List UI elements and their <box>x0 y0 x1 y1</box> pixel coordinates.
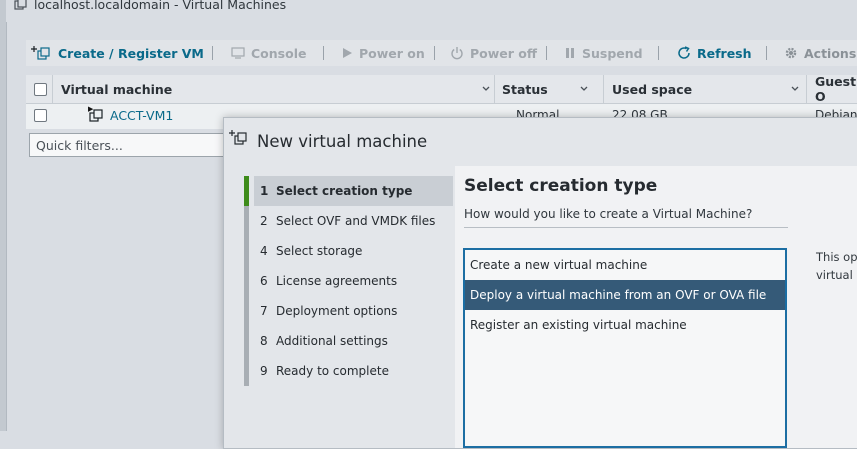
vm-link[interactable]: ▶ ACCT-VM1 <box>88 105 174 123</box>
play-icon <box>343 48 352 58</box>
grid-header: Virtual machine Status Used space Guest … <box>26 74 857 104</box>
active-step-indicator <box>244 176 249 206</box>
select-all-checkbox[interactable] <box>34 83 47 96</box>
step-number: 6 <box>260 274 268 288</box>
content-heading: Select creation type <box>464 176 658 196</box>
description-line: virtual m <box>816 268 857 282</box>
column-divider <box>806 75 807 103</box>
toolbar-separator <box>434 46 435 60</box>
divider <box>464 227 788 228</box>
column-header-virtual-machine[interactable]: Virtual machine <box>61 75 172 103</box>
wizard-step-additional-settings[interactable]: 8 Additional settings <box>254 326 453 356</box>
toolbar-separator <box>658 46 659 60</box>
step-label: Additional settings <box>276 334 388 348</box>
dialog-title: New virtual machine <box>257 132 428 151</box>
step-number: 9 <box>260 364 268 378</box>
toolbar-separator <box>766 46 767 60</box>
steps-rail <box>244 176 249 386</box>
step-label: Select storage <box>276 244 363 258</box>
create-vm-icon <box>31 46 50 60</box>
suspend-button[interactable]: Suspend <box>564 40 643 66</box>
new-vm-icon <box>229 130 247 145</box>
console-icon <box>231 47 245 59</box>
suspend-label: Suspend <box>582 45 643 61</box>
chevron-down-icon[interactable] <box>481 84 491 94</box>
wizard-step-select-storage[interactable]: 4 Select storage <box>254 236 453 266</box>
window-title: localhost.localdomain - Virtual Machines <box>34 0 287 12</box>
gear-icon <box>785 47 797 59</box>
column-divider <box>603 75 604 103</box>
chevron-down-icon[interactable] <box>579 84 589 94</box>
console-button[interactable]: Console <box>231 40 306 66</box>
column-divider <box>494 75 495 103</box>
step-label: Select OVF and VMDK files <box>276 214 436 228</box>
column-header-guest-os[interactable]: Guest O <box>815 74 857 104</box>
vm-name: ACCT-VM1 <box>110 108 174 123</box>
refresh-label: Refresh <box>697 45 752 61</box>
left-rail <box>0 0 7 431</box>
create-register-vm-label: Create / Register VM <box>58 45 204 61</box>
wizard-content: Select creation type How would you like … <box>455 166 857 448</box>
option-register-existing-vm[interactable]: Register an existing virtual machine <box>465 310 785 340</box>
power-icon <box>451 47 463 60</box>
power-off-button[interactable]: Power off <box>450 40 537 66</box>
step-label: Ready to complete <box>276 364 389 378</box>
column-header-used-space[interactable]: Used space <box>612 75 692 103</box>
refresh-icon <box>678 46 690 59</box>
option-description: This op virtual m <box>816 248 857 284</box>
step-label: Select creation type <box>276 184 413 198</box>
toolbar-separator <box>323 46 324 60</box>
wizard-steps: 1 Select creation type 2 Select OVF and … <box>244 176 456 388</box>
quick-filters-input[interactable]: Quick filters... <box>29 133 239 157</box>
option-deploy-ovf-ova[interactable]: Deploy a virtual machine from an OVF or … <box>465 280 785 310</box>
wizard-step-deployment-options[interactable]: 7 Deployment options <box>254 296 453 326</box>
create-register-vm-button[interactable]: Create / Register VM <box>30 40 204 66</box>
pause-icon <box>566 48 574 58</box>
chevron-down-icon[interactable] <box>790 84 800 94</box>
wizard-step-ready-to-complete[interactable]: 9 Ready to complete <box>254 356 453 386</box>
column-header-status[interactable]: Status <box>502 75 548 103</box>
step-number: 1 <box>260 184 269 198</box>
dialog-header: New virtual machine <box>224 118 857 165</box>
actions-button[interactable]: Actions <box>784 40 856 66</box>
power-off-label: Power off <box>470 45 538 61</box>
power-on-label: Power on <box>359 45 425 61</box>
step-label: License agreements <box>276 274 398 288</box>
power-on-button[interactable]: Power on <box>341 40 425 66</box>
wizard-step-license-agreements[interactable]: 6 License agreements <box>254 266 453 296</box>
step-number: 2 <box>260 214 268 228</box>
toolbar: Create / Register VM Console Power on Po… <box>26 40 857 66</box>
step-number: 8 <box>260 334 268 348</box>
new-vm-dialog: New virtual machine 1 Select creation ty… <box>223 117 857 449</box>
step-label: Deployment options <box>276 304 398 318</box>
column-divider <box>52 75 53 103</box>
refresh-button[interactable]: Refresh <box>677 40 752 66</box>
creation-type-list[interactable]: Create a new virtual machine Deploy a vi… <box>463 248 787 448</box>
wizard-step-select-creation-type[interactable]: 1 Select creation type <box>254 176 453 206</box>
console-label: Console <box>251 45 307 61</box>
option-create-new-vm[interactable]: Create a new virtual machine <box>465 250 785 280</box>
wizard-step-select-ovf-files[interactable]: 2 Select OVF and VMDK files <box>254 206 453 236</box>
toolbar-separator <box>212 46 213 60</box>
title-bar: localhost.localdomain - Virtual Machines <box>6 0 857 22</box>
description-line: This op <box>816 250 857 264</box>
step-number: 4 <box>260 244 268 258</box>
row-checkbox[interactable] <box>34 109 47 122</box>
actions-label: Actions <box>804 45 857 61</box>
step-number: 7 <box>260 304 268 318</box>
content-question: How would you like to create a Virtual M… <box>464 207 753 221</box>
expand-triangle-icon[interactable]: ▶ <box>88 105 93 113</box>
toolbar-separator <box>546 46 547 60</box>
virtual-machines-icon <box>14 0 27 10</box>
